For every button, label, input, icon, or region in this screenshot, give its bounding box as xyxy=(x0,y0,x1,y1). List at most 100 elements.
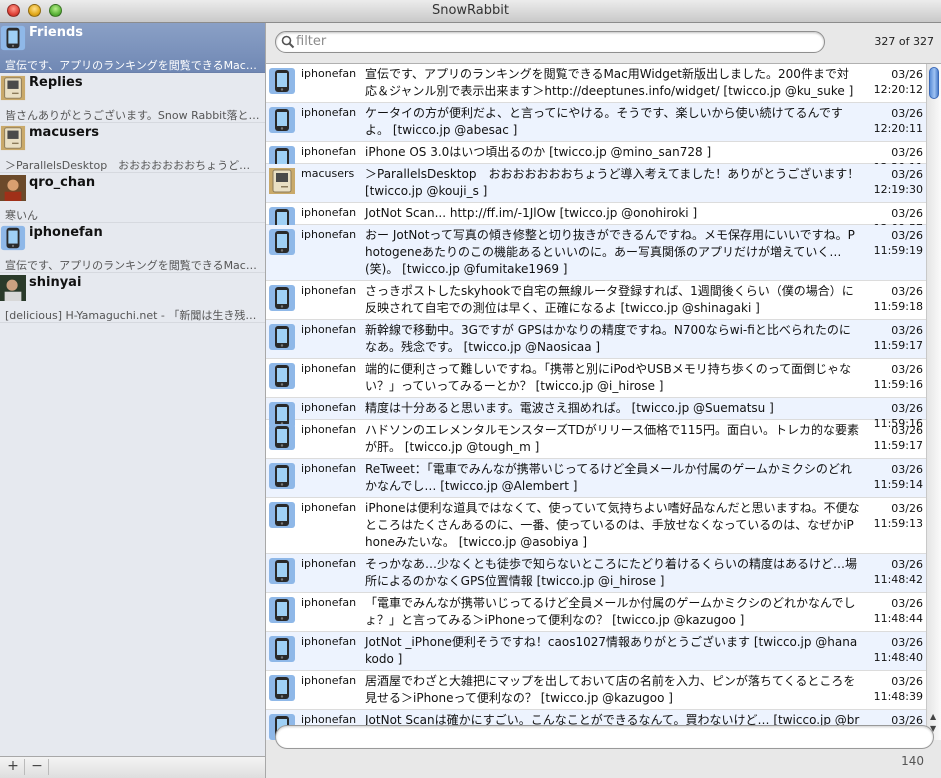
scroll-thumb[interactable] xyxy=(929,67,939,99)
tweet-date: 03/26 xyxy=(891,636,923,649)
remove-group-button[interactable]: − xyxy=(26,759,49,775)
tweet-row[interactable]: iphonefan そっかなあ…少なくとも徒歩で知らないところにたどり着けるくらい… xyxy=(266,554,926,593)
tweet-group: iphonefan xyxy=(301,501,357,514)
iphone-icon xyxy=(268,557,296,585)
tweet-date: 03/26 xyxy=(891,229,923,242)
tweet-text: ReTweet：「電車でみんなが携帯いじってるけど全員メールか付属のゲームかミク… xyxy=(365,462,852,493)
tweet-group: iphonefan xyxy=(301,462,357,475)
classic-mac-icon xyxy=(268,167,296,195)
tweet-row[interactable]: iphonefan 新幹線で移動中。3Gですが GPSはかなりの精度ですね。N70… xyxy=(266,320,926,359)
tweet-text: ハドソンのエレメンタルモンスターズTDがリリース価格で115円。面白い。トレカ的… xyxy=(365,423,860,454)
tweet-time: 11:59:18 xyxy=(873,300,923,313)
tweet-date: 03/26 xyxy=(891,285,923,298)
group-name: iphonefan xyxy=(29,225,103,240)
timeline-panel: 327 of 327 iphonefan 宣伝です、アプリのランキングを閲覧できる… xyxy=(266,23,941,778)
tweet-timestamp: 03/26 12:19:30 xyxy=(863,167,923,197)
tweet-row[interactable]: iphonefan JotNot _iPhone便利そうですね！caos1027情… xyxy=(266,632,926,671)
tweet-time: 11:59:13 xyxy=(873,517,923,530)
tweet-date: 03/26 xyxy=(891,168,923,181)
group-preview: 寒いん xyxy=(5,209,38,222)
tweet-count: 327 of 327 xyxy=(874,35,934,48)
tweet-group: iphonefan xyxy=(301,145,357,158)
group-name: qro_chan xyxy=(29,175,96,190)
tweet-row[interactable]: iphonefan iPhone OS 3.0はいつ頃出るのか [twicco.j… xyxy=(266,142,926,174)
tweet-timestamp: 03/26 11:59:16 xyxy=(863,362,923,392)
tweet-date: 03/26 xyxy=(891,324,923,337)
tweet-time: 11:59:17 xyxy=(873,439,923,452)
tweet-row[interactable]: iphonefan おー JotNotって写真の傾き修整と切り抜きができるんですね… xyxy=(266,225,926,281)
sidebar-group-shinyai[interactable]: shinyai [delicious] H-Yamaguchi.net - 「新聞… xyxy=(0,273,265,323)
tweet-group: iphonefan xyxy=(301,228,357,241)
tweet-timestamp: 03/26 12:20:11 xyxy=(863,106,923,136)
title-bar: SnowRabbit xyxy=(0,0,941,23)
classic-mac-icon xyxy=(0,75,26,101)
photo-avatar xyxy=(0,275,26,301)
tweet-row[interactable]: iphonefan ケータイの方が便利だよ、と言ってにやける。そうです、楽しいから… xyxy=(266,103,926,142)
group-preview: 皆さんありがとうございます。Snow Rabbit落と… xyxy=(5,109,260,122)
tweet-row[interactable]: macusers ＞ParallelsDesktop おおおおおおおちょうど導入考… xyxy=(266,164,926,203)
tweet-group: iphonefan xyxy=(301,323,357,336)
tweet-row[interactable]: iphonefan 「電車でみんなが携帯いじってるけど全員メールか付属のゲームかミ… xyxy=(266,593,926,632)
iphone-icon xyxy=(268,501,296,529)
tweet-timestamp: 03/26 11:59:17 xyxy=(863,423,923,453)
tweet-text: 新幹線で移動中。3Gですが GPSはかなりの精度ですね。N700ならwi-fiと… xyxy=(365,323,851,354)
app-window: SnowRabbit Friends 宣伝です、アプリのランキングを閲覧できるMa… xyxy=(0,0,941,778)
tweet-row[interactable]: iphonefan JotNot Scan... http://ff.im/-1J… xyxy=(266,203,926,235)
iphone-icon xyxy=(0,225,26,251)
tweet-text: 「電車でみんなが携帯いじってるけど全員メールか付属のゲームかミクシのどれかなんで… xyxy=(365,596,856,627)
filter-input[interactable] xyxy=(296,33,806,50)
sidebar-group-replies[interactable]: Replies 皆さんありがとうございます。Snow Rabbit落と… xyxy=(0,73,265,123)
iphone-icon xyxy=(268,674,296,702)
tweet-time: 12:20:11 xyxy=(873,122,923,135)
group-sidebar: Friends 宣伝です、アプリのランキングを閲覧できるMac… Replies 皆さ… xyxy=(0,23,266,756)
scroll-up-arrow-icon[interactable]: ▲ xyxy=(930,712,936,721)
tweet-date: 03/26 xyxy=(891,68,923,81)
tweet-date: 03/26 xyxy=(891,424,923,437)
window-title: SnowRabbit xyxy=(431,3,509,18)
compose-field[interactable] xyxy=(275,725,934,749)
tweet-date: 03/26 xyxy=(891,502,923,515)
tweet-row[interactable]: iphonefan 端的に便利さって難しいですね。「携帯と別にiPodやUSBメモ… xyxy=(266,359,926,398)
tweet-list[interactable]: iphonefan 宣伝です、アプリのランキングを閲覧できるMac用Widget新… xyxy=(266,63,941,740)
tweet-group: iphonefan xyxy=(301,206,357,219)
iphone-icon xyxy=(268,423,296,451)
tweet-row[interactable]: iphonefan ReTweet：「電車でみんなが携帯いじってるけど全員メールか… xyxy=(266,459,926,498)
tweet-row[interactable]: iphonefan さっきポストしたskyhookで自宅の無線ルータ登録すれば、1… xyxy=(266,281,926,320)
tweet-timestamp: 03/26 11:59:14 xyxy=(863,462,923,492)
tweet-row[interactable]: iphonefan iPhoneは便利な道具ではなくて、使っていて気持ちよい嗜好品… xyxy=(266,498,926,554)
sidebar-group-friends[interactable]: Friends 宣伝です、アプリのランキングを閲覧できるMac… xyxy=(0,23,265,73)
sidebar-group-macusers[interactable]: macusers ＞ParallelsDesktop おおおおおおおちょうど… xyxy=(0,123,265,173)
tweet-date: 03/26 xyxy=(891,463,923,476)
iphone-icon xyxy=(268,67,296,95)
tweet-text: ＞ParallelsDesktop おおおおおおおちょうど導入考えてました！あり… xyxy=(365,167,860,198)
tweet-text: 居酒屋でわざと大雑把にマップを出しておいて店の名前を入力、ピンが落ちてくるところ… xyxy=(365,674,856,705)
tweet-time: 11:59:16 xyxy=(873,378,923,391)
sidebar-group-iphonefan[interactable]: iphonefan 宣伝です、アプリのランキングを閲覧できるMac… xyxy=(0,223,265,273)
tweet-row[interactable]: iphonefan 精度は十分あると思います。電波さえ掴めれば。 [twicco.… xyxy=(266,398,926,430)
tweet-date: 03/26 xyxy=(891,402,923,415)
tweet-text: おー JotNotって写真の傾き修整と切り抜きができるんですね。メモ保存用にいい… xyxy=(365,228,855,276)
tweet-date: 03/26 xyxy=(891,207,923,220)
tweet-text: JotNot _iPhone便利そうですね！caos1027情報ありがとうござい… xyxy=(365,635,858,666)
char-counter: 140 xyxy=(901,754,924,768)
tweet-rows: iphonefan 宣伝です、アプリのランキングを閲覧できるMac用Widget新… xyxy=(266,64,941,740)
tweet-timestamp: 03/26 11:48:39 xyxy=(863,674,923,704)
tweet-row[interactable]: iphonefan ハドソンのエレメンタルモンスターズTDがリリース価格で115円… xyxy=(266,420,926,459)
sidebar-group-qro_chan[interactable]: qro_chan 寒いん xyxy=(0,173,265,223)
tweet-row[interactable]: iphonefan 居酒屋でわざと大雑把にマップを出しておいて店の名前を入力、ピン… xyxy=(266,671,926,710)
filter-field[interactable] xyxy=(275,31,825,53)
tweet-row[interactable]: iphonefan 宣伝です、アプリのランキングを閲覧できるMac用Widget新… xyxy=(266,64,926,103)
tweet-group: iphonefan xyxy=(301,67,357,80)
vertical-scrollbar[interactable]: ▲ ▼ xyxy=(926,64,941,740)
tweet-group: iphonefan xyxy=(301,362,357,375)
tweet-group: iphonefan xyxy=(301,596,357,609)
add-group-button[interactable]: + xyxy=(2,759,25,775)
group-name: Replies xyxy=(29,75,83,90)
tweet-group: macusers xyxy=(301,167,355,180)
classic-mac-icon xyxy=(0,125,26,151)
tweet-time: 11:48:40 xyxy=(873,651,923,664)
sidebar-toolbar: + − xyxy=(0,756,266,778)
tweet-timestamp: 03/26 12:20:12 xyxy=(863,67,923,97)
tweet-group: iphonefan xyxy=(301,674,357,687)
group-name: shinyai xyxy=(29,275,82,290)
